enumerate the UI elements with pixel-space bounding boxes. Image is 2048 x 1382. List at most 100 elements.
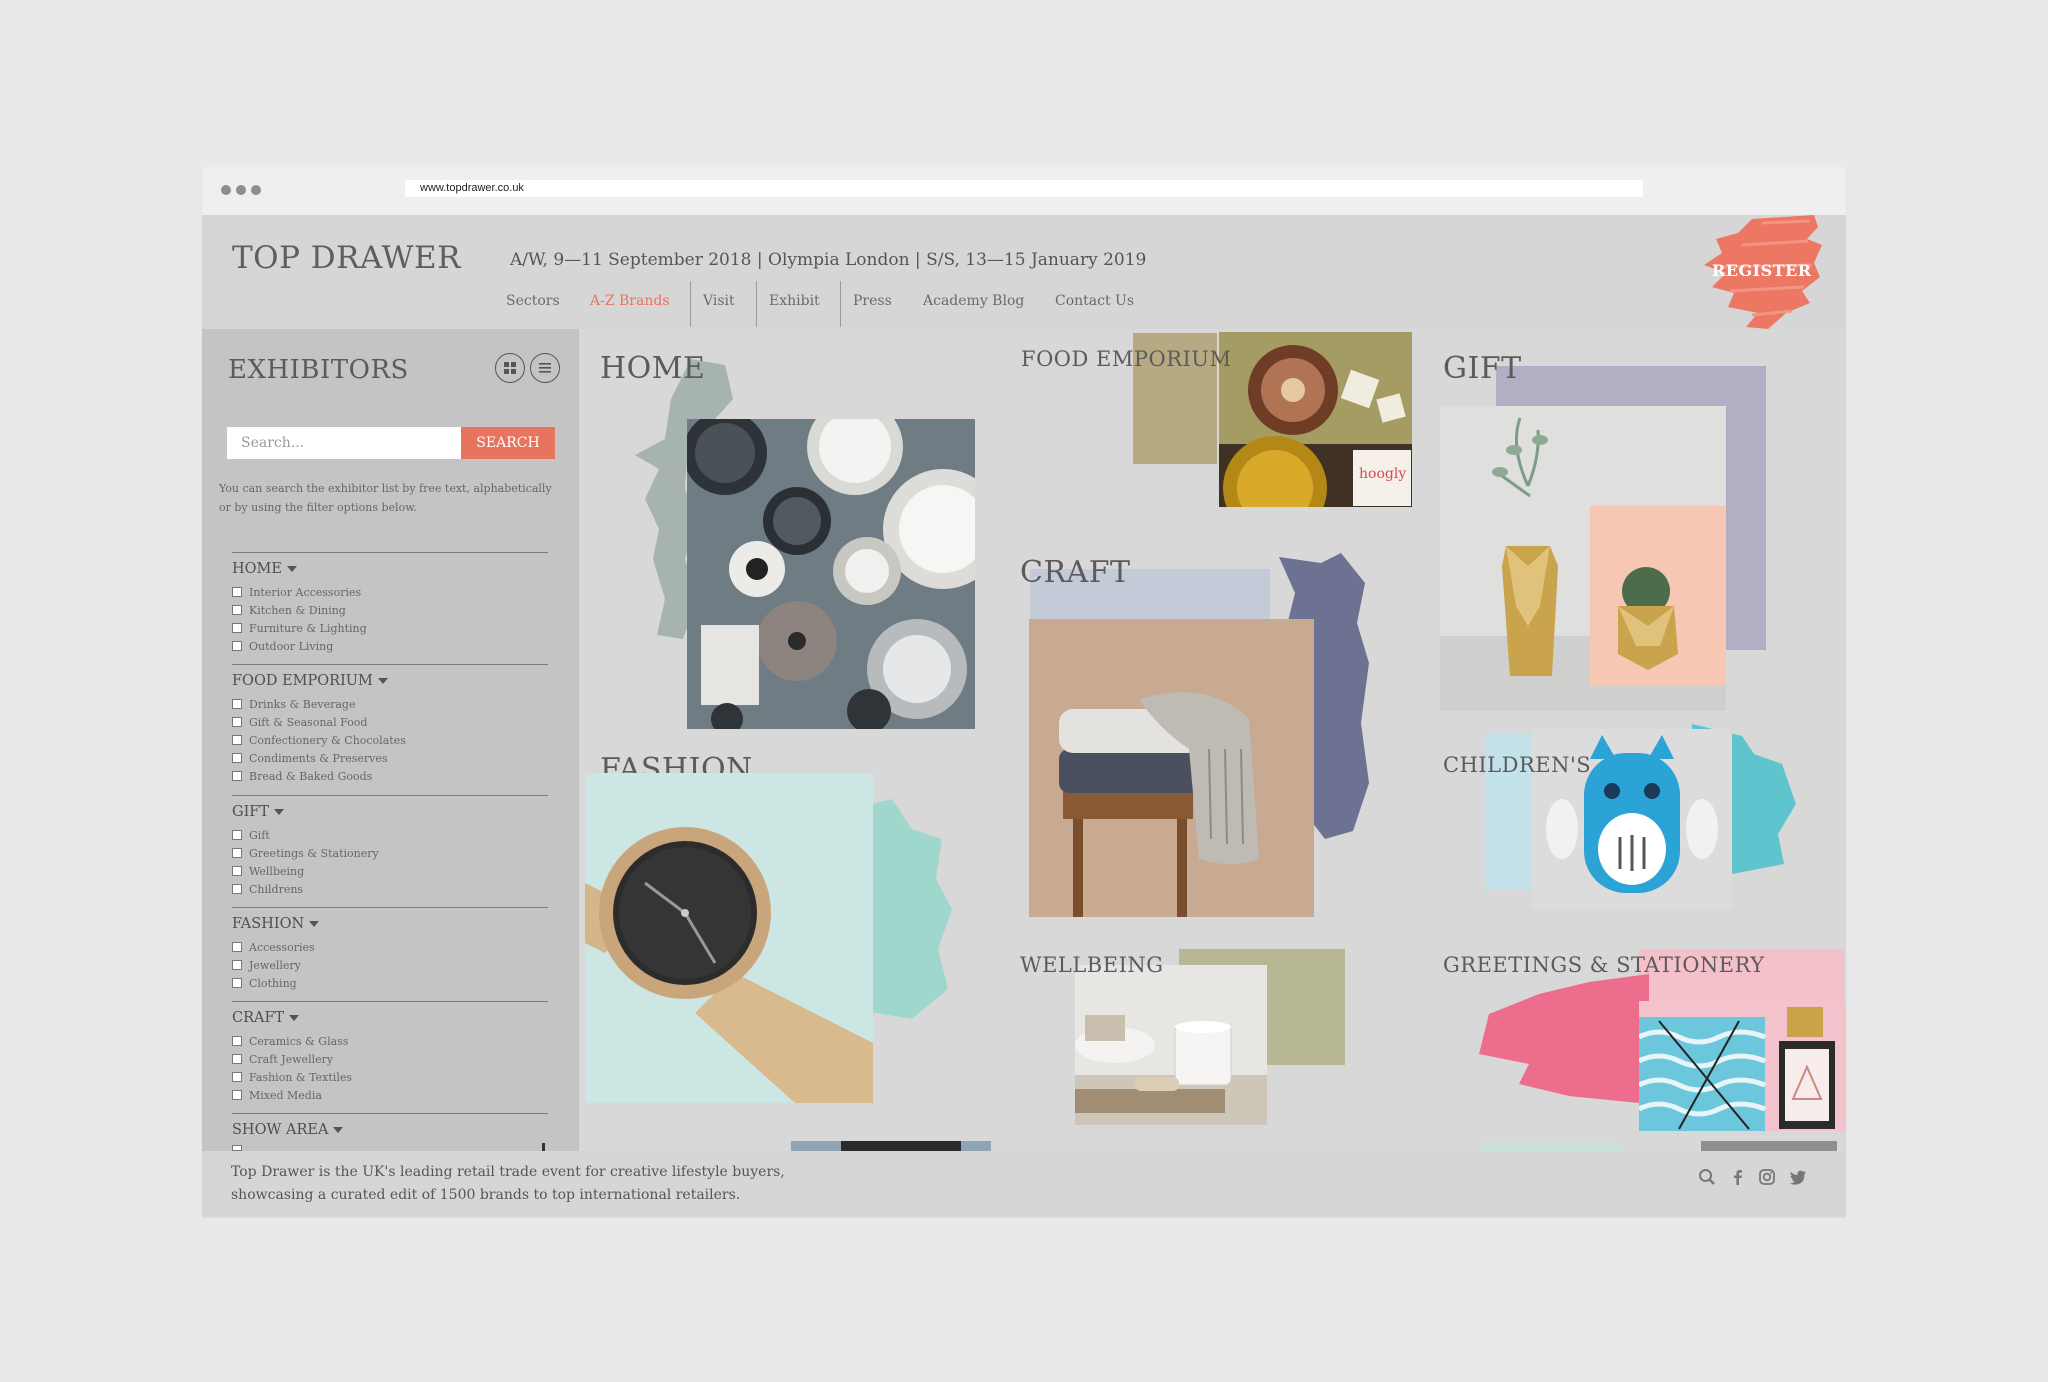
checkbox[interactable] [232, 942, 242, 952]
checkbox[interactable] [232, 1054, 242, 1064]
checkbox[interactable] [232, 641, 242, 651]
checkbox[interactable] [232, 830, 242, 840]
window-dot-icon[interactable] [221, 185, 231, 195]
section-title-food-emporium[interactable]: FOOD EMPORIUM [1021, 347, 1232, 371]
checkbox[interactable] [232, 771, 242, 781]
filter-option[interactable]: Kitchen & Dining [232, 603, 346, 617]
search-input[interactable] [227, 427, 461, 459]
greetings-gift-image[interactable] [1639, 1001, 1846, 1131]
nav-visit[interactable]: Visit [703, 293, 735, 309]
option-label: Gift & Seasonal Food [249, 715, 368, 729]
address-bar[interactable]: www.topdrawer.co.uk [405, 180, 1643, 197]
facebook-icon[interactable] [1729, 1168, 1747, 1186]
nav-academy-blog[interactable]: Academy Blog [923, 293, 1024, 309]
category-divider [232, 664, 548, 665]
filter-option[interactable]: Accessories [232, 940, 315, 954]
sidebar-scrollbar[interactable] [542, 1143, 545, 1151]
section-title-home[interactable]: HOME [600, 351, 705, 386]
filter-option[interactable]: Interior Accessories [232, 585, 361, 599]
option-label: Bread & Baked Goods [249, 769, 373, 783]
option-label: Accessories [249, 940, 315, 954]
option-label: Interior Accessories [249, 585, 362, 599]
checkbox[interactable] [232, 605, 242, 615]
site-footer: Top Drawer is the UK's leading retail tr… [202, 1151, 1846, 1217]
gift-plants-image[interactable] [1440, 406, 1726, 711]
checkbox[interactable] [232, 884, 242, 894]
checkbox[interactable] [232, 717, 242, 727]
filter-category-show-area[interactable]: SHOW AREA [232, 1122, 344, 1138]
option-label: Wellbeing [249, 864, 305, 878]
filter-option[interactable]: Clothing [232, 976, 297, 990]
exhibitor-sidebar: EXHIBITORS SEARCH You can search the exh… [202, 329, 579, 1151]
nav-contact-us[interactable]: Contact Us [1055, 293, 1134, 309]
instagram-icon[interactable] [1758, 1168, 1776, 1186]
fashion-watch-image[interactable] [585, 773, 873, 1103]
filter-option[interactable]: Ceramics & Glass [232, 1034, 348, 1048]
search-icon[interactable] [1698, 1168, 1716, 1186]
filter-category-gift[interactable]: GIFT [232, 804, 285, 820]
filter-option[interactable]: Furniture & Lighting [232, 621, 367, 635]
browser-window: www.topdrawer.co.uk TOP DRAWER A/W, 9—11… [202, 167, 1846, 1217]
caret-down-icon [286, 566, 297, 572]
nav-exhibit[interactable]: Exhibit [769, 293, 820, 309]
checkbox[interactable] [232, 1036, 242, 1046]
category-divider [232, 795, 548, 796]
filter-option[interactable]: Jewellery [232, 958, 301, 972]
checkbox[interactable] [232, 866, 242, 876]
nav-sectors[interactable]: Sectors [506, 293, 560, 309]
filter-option[interactable]: Wellbeing [232, 864, 304, 878]
filter-option[interactable]: Craft Jewellery [232, 1052, 333, 1066]
option-label: Fashion & Textiles [249, 1070, 352, 1084]
filter-category-food-emporium[interactable]: FOOD EMPORIUM [232, 673, 388, 689]
site-logo[interactable]: TOP DRAWER [232, 240, 461, 276]
next-row-tile [841, 1141, 961, 1151]
section-title-wellbeing[interactable]: WELLBEING [1020, 953, 1164, 977]
hoogly-brand-label: hoogly [1359, 466, 1406, 482]
list-view-button[interactable] [530, 353, 560, 383]
checkbox[interactable] [232, 753, 242, 763]
section-title-greetings-stationery[interactable]: GREETINGS & STATIONERY [1443, 953, 1765, 977]
window-dot-icon[interactable] [236, 185, 246, 195]
caret-down-icon [274, 809, 285, 815]
section-title-craft[interactable]: CRAFT [1020, 555, 1131, 590]
section-title-gift[interactable]: GIFT [1443, 351, 1522, 386]
food-tea-image[interactable]: hoogly [1219, 332, 1412, 507]
home-ceramics-image[interactable] [687, 419, 975, 729]
filter-option[interactable]: Gift & Seasonal Food [232, 715, 367, 729]
checkbox[interactable] [232, 1072, 242, 1082]
checkbox[interactable] [232, 699, 242, 709]
filter-category-home[interactable]: HOME [232, 561, 297, 577]
window-dot-icon[interactable] [251, 185, 261, 195]
filter-option[interactable]: Greetings & Stationery [232, 846, 379, 860]
section-title-childrens[interactable]: CHILDREN'S [1443, 753, 1591, 777]
twitter-icon[interactable] [1789, 1168, 1807, 1186]
filter-option[interactable]: Childrens [232, 882, 303, 896]
filter-category-fashion[interactable]: FASHION [232, 916, 320, 932]
filter-category-craft[interactable]: CRAFT [232, 1010, 300, 1026]
checkbox[interactable] [232, 960, 242, 970]
filter-option[interactable]: Bread & Baked Goods [232, 769, 372, 783]
filter-option[interactable]: Outdoor Living [232, 639, 333, 653]
register-button[interactable]: REGISTER [1712, 261, 1812, 280]
checkbox[interactable] [232, 587, 242, 597]
filter-option[interactable]: Gift [232, 828, 270, 842]
checkbox[interactable] [232, 978, 242, 988]
nav-press[interactable]: Press [853, 293, 892, 309]
filter-option[interactable]: Drinks & Beverage [232, 697, 355, 711]
filter-option[interactable]: Confectionery & Chocolates [232, 733, 406, 747]
filter-option[interactable]: Condiments & Preserves [232, 751, 388, 765]
grid-view-button[interactable] [495, 353, 525, 383]
nav-az-brands[interactable]: A-Z Brands [590, 293, 670, 309]
search-button[interactable]: SEARCH [461, 427, 555, 459]
filter-option[interactable]: Fashion & Textiles [232, 1070, 352, 1084]
craft-textiles-image[interactable] [1029, 619, 1314, 917]
wellbeing-candle-image[interactable] [1075, 965, 1267, 1125]
category-label: CRAFT [232, 1010, 285, 1026]
checkbox[interactable] [232, 848, 242, 858]
option-label: Kitchen & Dining [249, 603, 346, 617]
checkbox[interactable] [232, 735, 242, 745]
caret-down-icon [289, 1015, 300, 1021]
checkbox[interactable] [232, 623, 242, 633]
filter-option[interactable]: Mixed Media [232, 1088, 322, 1102]
checkbox[interactable] [232, 1090, 242, 1100]
